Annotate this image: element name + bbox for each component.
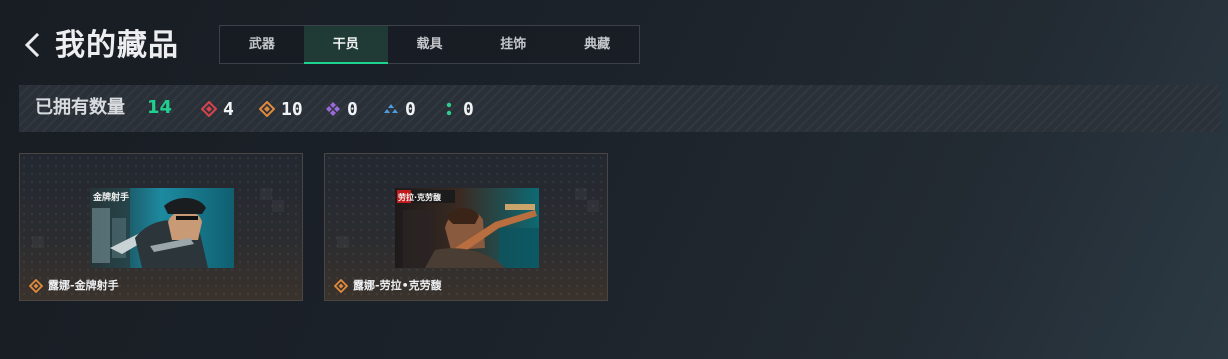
stats-bar: 已拥有数量 14 4 10 0 0 0 <box>19 85 1221 132</box>
operator-thumbnail: 劳拉·克劳馥 <box>395 188 539 268</box>
collection-card[interactable]: 金牌射手 露娜-金牌射手 <box>19 153 303 301</box>
rarity-purple-count: 0 <box>347 98 358 120</box>
red-diamond-icon <box>201 101 217 117</box>
rarity-green-count: 0 <box>463 98 474 120</box>
card-name: 露娜-劳拉•克劳馥 <box>353 279 442 292</box>
card-name: 露娜-金牌射手 <box>48 279 119 292</box>
blue-triangle-icon <box>384 104 398 113</box>
tab-weapons[interactable]: 武器 <box>220 26 304 63</box>
owned-label: 已拥有数量 <box>35 97 125 118</box>
green-dots-icon <box>446 102 452 116</box>
operator-portrait-image: 劳拉·克劳馥 <box>395 188 539 268</box>
orange-diamond-icon <box>334 279 348 293</box>
category-tabs: 武器 干员 载具 挂饰 典藏 <box>219 25 640 64</box>
rarity-red-stat: 4 <box>201 97 234 121</box>
tab-operators[interactable]: 干员 <box>303 26 388 64</box>
rarity-orange-count: 10 <box>281 98 303 120</box>
card-decoration <box>587 200 599 212</box>
rarity-green-stat: 0 <box>441 97 474 121</box>
card-decoration <box>337 236 349 248</box>
card-decoration <box>575 188 587 200</box>
purple-diamond-icon <box>326 102 340 116</box>
operator-thumbnail: 金牌射手 <box>90 188 234 268</box>
orange-diamond-icon <box>29 279 43 293</box>
chevron-left-icon <box>24 32 40 58</box>
page-title: 我的藏品 <box>55 28 179 63</box>
card-decoration <box>260 188 272 200</box>
back-button[interactable] <box>22 32 44 58</box>
rarity-purple-stat: 0 <box>325 97 358 121</box>
thumbnail-caption: 金牌射手 <box>92 191 129 203</box>
tab-charms[interactable]: 挂饰 <box>471 26 555 63</box>
tab-vehicles[interactable]: 载具 <box>388 26 472 63</box>
owned-count: 14 <box>147 97 173 118</box>
thumbnail-caption: 劳拉·克劳馥 <box>398 192 442 202</box>
rarity-red-count: 4 <box>223 98 234 120</box>
rarity-blue-count: 0 <box>405 98 416 120</box>
operator-portrait-image: 金牌射手 <box>90 188 234 268</box>
rarity-blue-stat: 0 <box>383 97 416 121</box>
card-decoration <box>32 236 44 248</box>
orange-diamond-icon <box>259 101 275 117</box>
card-decoration <box>272 200 284 212</box>
rarity-orange-stat: 10 <box>259 97 303 121</box>
collection-card[interactable]: 劳拉·克劳馥 露娜-劳拉•克劳馥 <box>324 153 608 301</box>
tab-collection[interactable]: 典藏 <box>555 26 639 63</box>
